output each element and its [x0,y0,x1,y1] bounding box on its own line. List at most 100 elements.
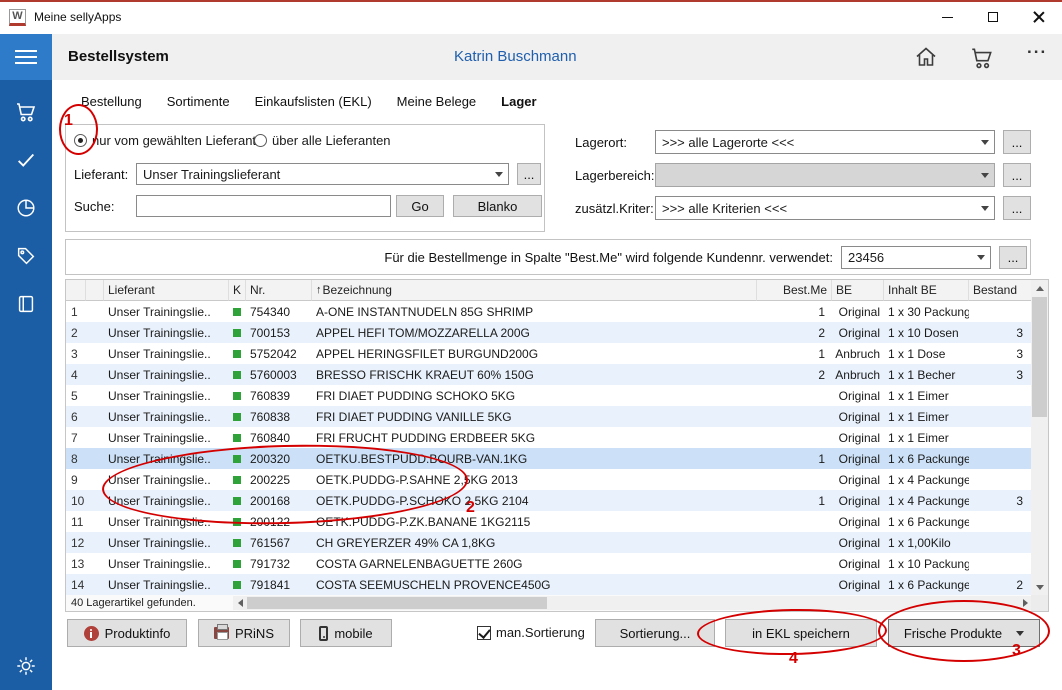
app-icon: W [9,9,26,26]
row-number-cell: 5 [66,385,86,406]
cell-lieferant: Unser Trainingslie.. [104,322,229,343]
go-button[interactable]: Go [396,195,444,217]
sidebar-item-statistik[interactable] [0,188,52,228]
cell-k [229,406,246,427]
more-menu-button[interactable]: ... [1027,38,1047,58]
cell-bestand [969,469,1032,490]
kundennr-select[interactable]: 23456 [841,246,991,269]
prins-button[interactable]: PRiNS [198,619,290,647]
col-header-bestand[interactable]: Bestand [969,280,1032,301]
man-sortierung-checkbox[interactable]: man.Sortierung [477,625,585,640]
table-row[interactable]: 8Unser Trainingslie..200320OETKU.BESTPUD… [66,448,1048,469]
tab-sortimente[interactable]: Sortimente [167,94,230,109]
sidebar-item-belege[interactable] [0,140,52,180]
user-name: Katrin Buschmann [454,48,577,65]
sidebar-item-katalog[interactable] [0,284,52,324]
col-header-bezeichnung[interactable]: ↑ Bezeichnung [312,280,757,301]
tab-einkaufslisten[interactable]: Einkaufslisten (EKL) [255,94,372,109]
tab-lager[interactable]: Lager [501,94,536,109]
tab-bestellung[interactable]: Bestellung [81,94,142,109]
sidebar-item-settings[interactable] [0,646,52,686]
lieferant-select[interactable]: Unser Trainingslieferant [136,163,509,185]
cell-be: Original [832,427,884,448]
col-header-be[interactable]: BE [832,280,884,301]
lagerort-select-value: >>> alle Lagerorte <<< [656,135,976,150]
row-number-cell: 11 [66,511,86,532]
cell-be: Original [832,301,884,322]
cell-bestme [757,469,832,490]
table-row[interactable]: 9Unser Trainingslie..200225OETK.PUDDG-P.… [66,469,1048,490]
scroll-up-icon[interactable] [1031,280,1048,296]
kriterien-browse-button[interactable]: ... [1003,196,1031,220]
table-row[interactable]: 14Unser Trainingslie..791841COSTA SEEMUS… [66,574,1048,595]
cell-bestme [757,385,832,406]
horizontal-scroll-thumb[interactable] [247,597,547,609]
table-row[interactable]: 7Unser Trainingslie..760840FRI FRUCHT PU… [66,427,1048,448]
col-header-bestme[interactable]: Best.Me [757,280,832,301]
search-input[interactable] [136,195,391,217]
table-row[interactable]: 3Unser Trainingslie..5752042APPEL HERING… [66,343,1048,364]
vertical-scroll-thumb[interactable] [1032,297,1047,417]
table-body: 1Unser Trainingslie..754340A-ONE INSTANT… [66,301,1048,595]
table-row[interactable]: 12Unser Trainingslie..761567CH GREYERZER… [66,532,1048,553]
lieferant-browse-button[interactable]: ... [517,163,541,185]
home-button[interactable] [914,45,938,72]
cell-lieferant: Unser Trainingslie.. [104,427,229,448]
cell-inhalt-be: 1 x 30 Packung.. [884,301,969,322]
maximize-button[interactable] [970,2,1016,32]
cell-bestand: 2 [969,574,1032,595]
cell-bestme [757,553,832,574]
table-row[interactable]: 11Unser Trainingslie..200122OETK.PUDDG-P… [66,511,1048,532]
table-row[interactable]: 6Unser Trainingslie..760838FRI DIAET PUD… [66,406,1048,427]
col-header-inhalt-be[interactable]: Inhalt BE [884,280,969,301]
minimize-button[interactable] [924,2,970,32]
row-indicator-cell [86,343,104,364]
radio-nur-vom-lieferant[interactable]: nur vom gewählten Lieferant [74,133,256,148]
lagerort-select[interactable]: >>> alle Lagerorte <<< [655,130,995,154]
hamburger-icon [15,50,37,52]
man-sortierung-label: man.Sortierung [496,625,585,640]
kriterien-select[interactable]: >>> alle Kriterien <<< [655,196,995,220]
col-header-nr[interactable]: Nr. [246,280,312,301]
col-header-lieferant[interactable]: Lieferant [104,280,229,301]
scroll-down-icon[interactable] [1031,579,1048,595]
blanko-button[interactable]: Blanko [453,195,542,217]
cell-be: Original [832,532,884,553]
sidebar-item-bestellung[interactable] [0,92,52,132]
table-row[interactable]: 5Unser Trainingslie..760839FRI DIAET PUD… [66,385,1048,406]
sortierung-button[interactable]: Sortierung... [595,619,715,647]
lagerort-browse-button[interactable]: ... [1003,130,1031,154]
cell-be: Original [832,448,884,469]
cell-inhalt-be: 1 x 10 Dosen [884,322,969,343]
header-cart-button[interactable] [969,45,995,74]
pie-chart-icon [15,197,37,219]
in-ekl-speichern-button[interactable]: in EKL speichern [725,619,877,647]
cell-lieferant: Unser Trainingslie.. [104,364,229,385]
lagerbereich-browse-button[interactable]: ... [1003,163,1031,187]
table-row[interactable]: 13Unser Trainingslie..791732COSTA GARNEL… [66,553,1048,574]
table-row[interactable]: 2Unser Trainingslie..700153APPEL HEFI TO… [66,322,1048,343]
table-row[interactable]: 4Unser Trainingslie..5760003BRESSO FRISC… [66,364,1048,385]
col-header-k[interactable]: K [229,280,246,301]
sidebar-item-angebote[interactable] [0,236,52,276]
scroll-right-icon[interactable] [1018,596,1032,610]
info-icon [84,626,99,641]
cell-bestand [969,385,1032,406]
table-row[interactable]: 10Unser Trainingslie..200168OETK.PUDDG-P… [66,490,1048,511]
mobile-button[interactable]: mobile [300,619,392,647]
cell-nr: 200122 [246,511,312,532]
close-button[interactable] [1016,2,1062,32]
cell-bestand [969,532,1032,553]
tab-meine-belege[interactable]: Meine Belege [397,94,477,109]
vertical-scrollbar[interactable] [1031,280,1048,595]
cell-bezeichnung: BRESSO FRISCHK KRAEUT 60% 150G [312,364,757,385]
horizontal-scrollbar[interactable] [233,596,1032,610]
frische-produkte-dropdown-button[interactable]: Frische Produkte [888,619,1040,647]
hamburger-menu-button[interactable] [0,34,52,80]
kundennr-browse-button[interactable]: ... [999,246,1027,269]
radio-alle-lieferanten[interactable]: über alle Lieferanten [254,133,391,148]
table-row[interactable]: 1Unser Trainingslie..754340A-ONE INSTANT… [66,301,1048,322]
scroll-left-icon[interactable] [233,596,247,610]
produktinfo-button[interactable]: Produktinfo [67,619,187,647]
stock-indicator-icon [233,497,241,505]
